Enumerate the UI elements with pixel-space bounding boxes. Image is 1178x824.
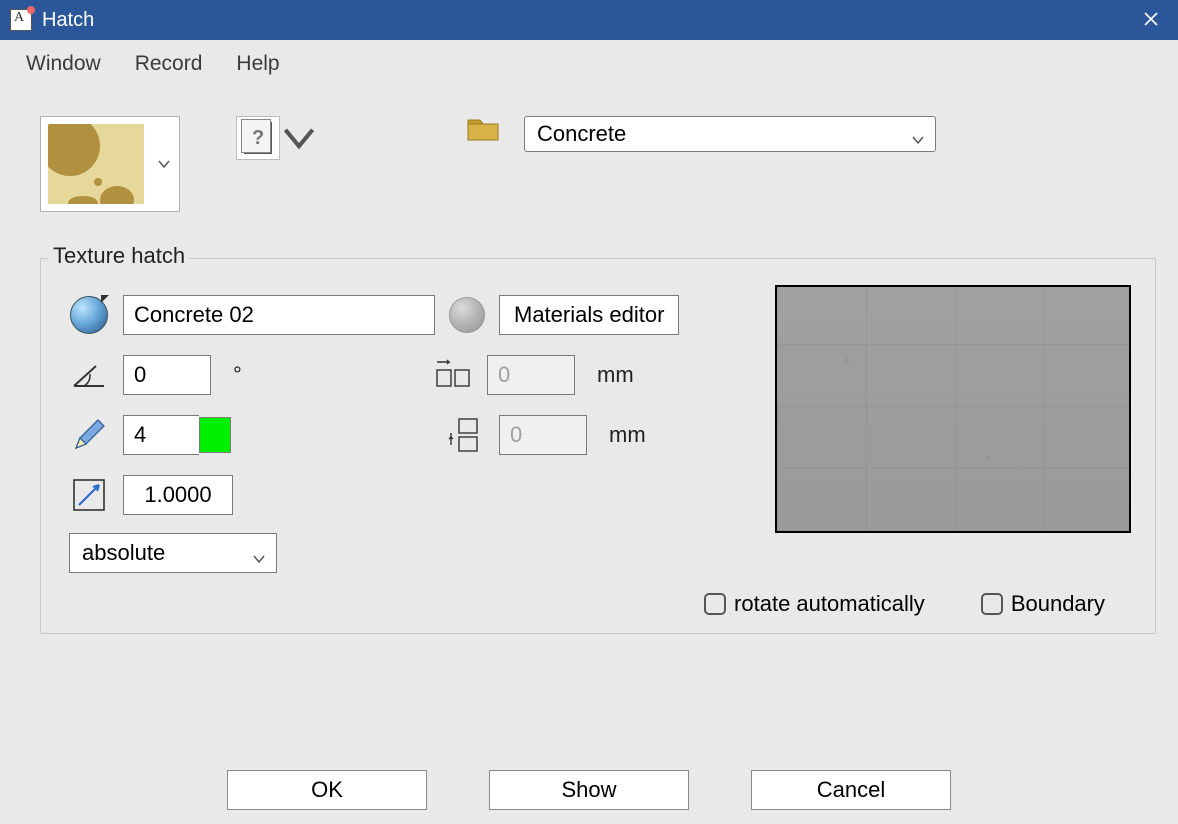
pen-input-group: 4 bbox=[123, 415, 231, 455]
library-button[interactable] bbox=[236, 116, 280, 160]
rotate-label: rotate automatically bbox=[734, 591, 925, 617]
menu-bar: Window Record Help bbox=[0, 40, 1178, 88]
hatch-type-selector[interactable] bbox=[40, 116, 180, 212]
texture-preview bbox=[775, 285, 1131, 533]
library-dropdown[interactable] bbox=[280, 116, 318, 160]
window-title: Hatch bbox=[42, 9, 1132, 32]
height-offset-icon bbox=[445, 415, 485, 455]
material-ball-button[interactable] bbox=[449, 297, 485, 333]
material-icon bbox=[69, 295, 109, 335]
width-unit: mm bbox=[589, 362, 634, 388]
library-row bbox=[236, 116, 318, 160]
hatch-thumbnail bbox=[48, 124, 144, 204]
pen-input[interactable]: 4 bbox=[123, 415, 199, 455]
close-icon bbox=[1144, 12, 1158, 26]
checkbox-icon bbox=[704, 593, 726, 615]
menu-record[interactable]: Record bbox=[135, 52, 203, 76]
chevron-down-icon bbox=[280, 119, 318, 157]
rotate-checkbox[interactable]: rotate automatically bbox=[704, 591, 925, 617]
scale-input[interactable]: 1.0000 bbox=[123, 475, 233, 515]
category-value: Concrete bbox=[537, 121, 626, 147]
height-offset-input[interactable]: 0 bbox=[499, 415, 587, 455]
chevron-down-icon bbox=[157, 157, 171, 176]
chevron-down-icon bbox=[911, 127, 925, 153]
texture-hatch-group: Texture hatch Concrete 02 Materials edit… bbox=[40, 258, 1156, 634]
cancel-button[interactable]: Cancel bbox=[751, 770, 951, 810]
materials-editor-button[interactable]: Materials editor bbox=[499, 295, 679, 335]
title-bar: Hatch bbox=[0, 0, 1178, 40]
mode-value: absolute bbox=[82, 540, 165, 566]
chevron-down-icon bbox=[252, 546, 266, 572]
scale-icon bbox=[69, 475, 109, 515]
pen-icon bbox=[69, 415, 109, 455]
dialog-buttons: OK Show Cancel bbox=[0, 770, 1178, 810]
category-select[interactable]: Concrete bbox=[524, 116, 936, 152]
checkbox-row: rotate automatically Boundary bbox=[704, 591, 1105, 617]
close-button[interactable] bbox=[1132, 9, 1178, 32]
menu-window[interactable]: Window bbox=[26, 52, 101, 76]
width-offset-icon bbox=[433, 355, 473, 395]
angle-icon bbox=[69, 355, 109, 395]
folder-icon bbox=[466, 116, 500, 144]
height-unit: mm bbox=[601, 422, 646, 448]
width-offset-input[interactable]: 0 bbox=[487, 355, 575, 395]
boundary-checkbox[interactable]: Boundary bbox=[981, 591, 1105, 617]
ok-button[interactable]: OK bbox=[227, 770, 427, 810]
angle-unit: ° bbox=[225, 362, 255, 388]
boundary-label: Boundary bbox=[1011, 591, 1105, 617]
content-area: Concrete Texture hatch Concrete 02 Mater… bbox=[0, 88, 1178, 824]
menu-help[interactable]: Help bbox=[236, 52, 279, 76]
top-row: Concrete bbox=[40, 116, 1156, 212]
angle-input[interactable]: 0 bbox=[123, 355, 211, 395]
show-button[interactable]: Show bbox=[489, 770, 689, 810]
material-sphere-icon bbox=[449, 297, 485, 333]
library-icon bbox=[244, 122, 272, 154]
pen-color-swatch[interactable] bbox=[199, 417, 231, 453]
mode-select[interactable]: absolute bbox=[69, 533, 277, 573]
app-icon bbox=[10, 9, 32, 31]
group-legend: Texture hatch bbox=[49, 243, 189, 269]
material-name-input[interactable]: Concrete 02 bbox=[123, 295, 435, 335]
checkbox-icon bbox=[981, 593, 1003, 615]
